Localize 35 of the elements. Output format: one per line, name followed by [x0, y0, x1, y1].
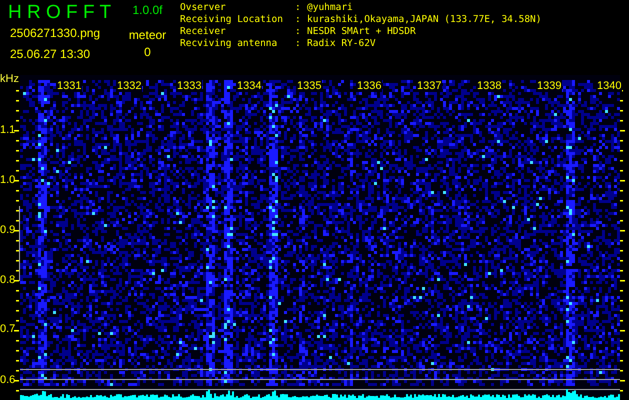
- info-label: Ovserver: [180, 2, 227, 14]
- info-value: Radix RY-62V: [307, 38, 376, 50]
- info-value: kurashiki,Okayama,JAPAN (133.77E, 34.58N): [307, 14, 542, 26]
- info-separator: :: [295, 2, 302, 14]
- frequency-label: 1336: [356, 80, 382, 92]
- axis-label: 0.9: [0, 224, 16, 236]
- axis-label: 1.0: [0, 174, 16, 186]
- axis-label: 0.6: [0, 374, 16, 386]
- info-label: Receiver: [180, 26, 227, 38]
- app-title: H R O F F T: [8, 2, 112, 24]
- counter-label: meteor: [128, 28, 166, 42]
- axis-label: 1.1: [0, 124, 16, 136]
- frequency-label: 1339: [536, 80, 562, 92]
- frequency-label: 1334: [236, 80, 262, 92]
- info-value: @yuhmari: [307, 2, 353, 14]
- info-label: Recviving antenna: [180, 38, 278, 50]
- version-label: 1.0.0f: [132, 3, 163, 17]
- info-separator: :: [295, 14, 302, 26]
- info-label: Receiving Location: [180, 14, 284, 26]
- frequency-label: 1331: [56, 80, 82, 92]
- frequency-label: 1338: [476, 80, 502, 92]
- info-separator: :: [295, 38, 302, 50]
- file-name: 2506271330.png: [10, 26, 102, 40]
- frequency-label: 1332: [116, 80, 142, 92]
- frequency-label: 1335: [296, 80, 322, 92]
- frequency-label: 1337: [416, 80, 442, 92]
- frequency-label: 1340: [596, 80, 622, 92]
- info-separator: :: [295, 26, 302, 38]
- axis-label: 0.8: [0, 274, 16, 286]
- info-value: NESDR SMArt + HDSDR: [307, 26, 416, 38]
- unit-label: kHz: [0, 73, 19, 85]
- counter-value: 0: [144, 45, 151, 59]
- axis-label: 0.7: [0, 323, 16, 335]
- frequency-label: 1333: [176, 80, 202, 92]
- timestamp: 25.06.27 13:30: [10, 47, 92, 61]
